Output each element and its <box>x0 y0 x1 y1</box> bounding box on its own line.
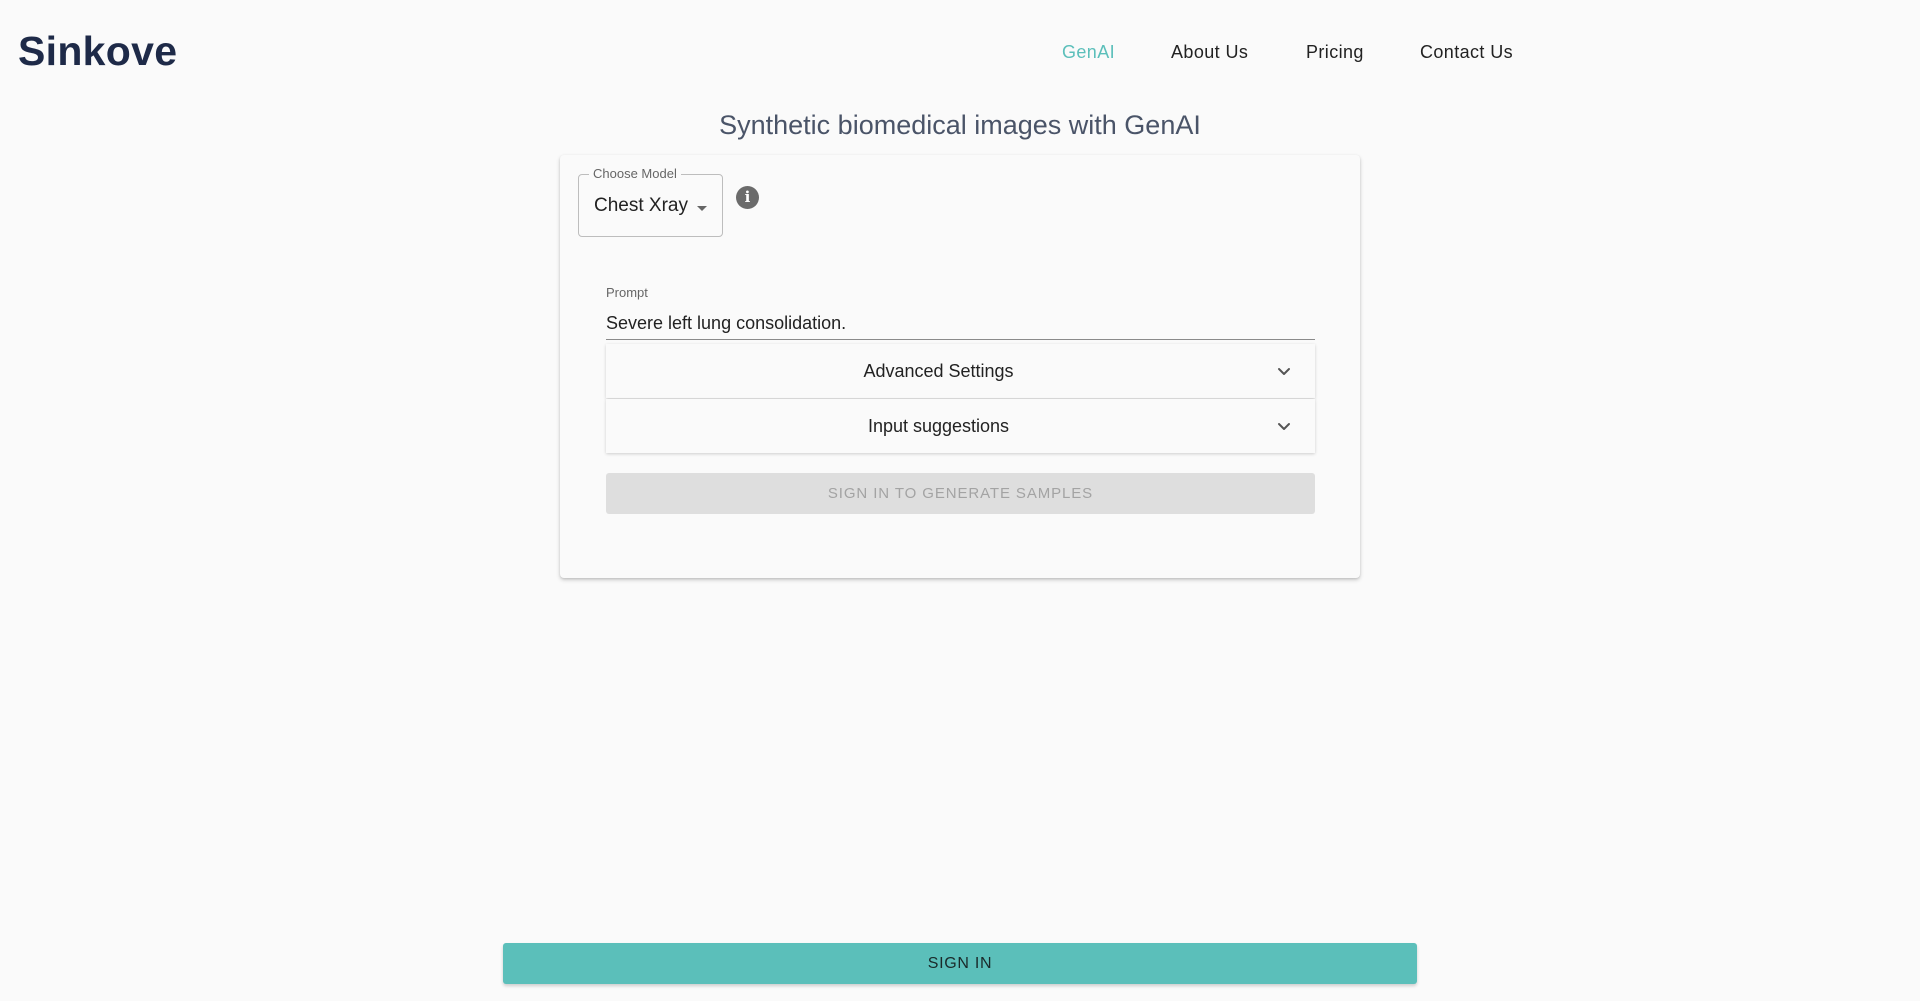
input-suggestions-accordion[interactable]: Input suggestions <box>606 399 1315 453</box>
info-icon[interactable]: i <box>736 186 759 209</box>
page-title: Synthetic biomedical images with GenAI <box>719 110 1201 140</box>
advanced-settings-accordion[interactable]: Advanced Settings <box>606 344 1315 398</box>
advanced-settings-label: Advanced Settings <box>863 361 1014 381</box>
input-suggestions-label: Input suggestions <box>867 416 1010 436</box>
brand-logo[interactable]: Sinkove <box>18 28 177 75</box>
prompt-input[interactable] <box>606 308 1315 340</box>
model-select[interactable]: Choose Model Chest Xray <box>578 166 723 237</box>
nav-link-genai[interactable]: GenAI <box>1062 42 1115 63</box>
sign-in-button[interactable]: SIGN IN <box>503 943 1417 984</box>
chevron-down-icon <box>1278 368 1290 375</box>
nav-link-pricing[interactable]: Pricing <box>1306 42 1364 63</box>
nav-link-about-us[interactable]: About Us <box>1171 42 1248 63</box>
page: Sinkove GenAI About Us Pricing Contact U… <box>0 0 1920 1001</box>
model-select-label: Choose Model <box>589 166 681 181</box>
prompt-label: Prompt <box>606 285 648 300</box>
generate-samples-button[interactable]: SIGN IN TO GENERATE SAMPLES <box>606 473 1315 514</box>
generator-card: Choose Model Chest Xray i Prompt Advance… <box>560 155 1360 578</box>
nav-link-contact-us[interactable]: Contact Us <box>1420 42 1513 63</box>
chevron-down-icon <box>1278 423 1290 430</box>
model-select-value: Chest Xray <box>594 195 688 216</box>
caret-down-icon <box>697 206 707 211</box>
